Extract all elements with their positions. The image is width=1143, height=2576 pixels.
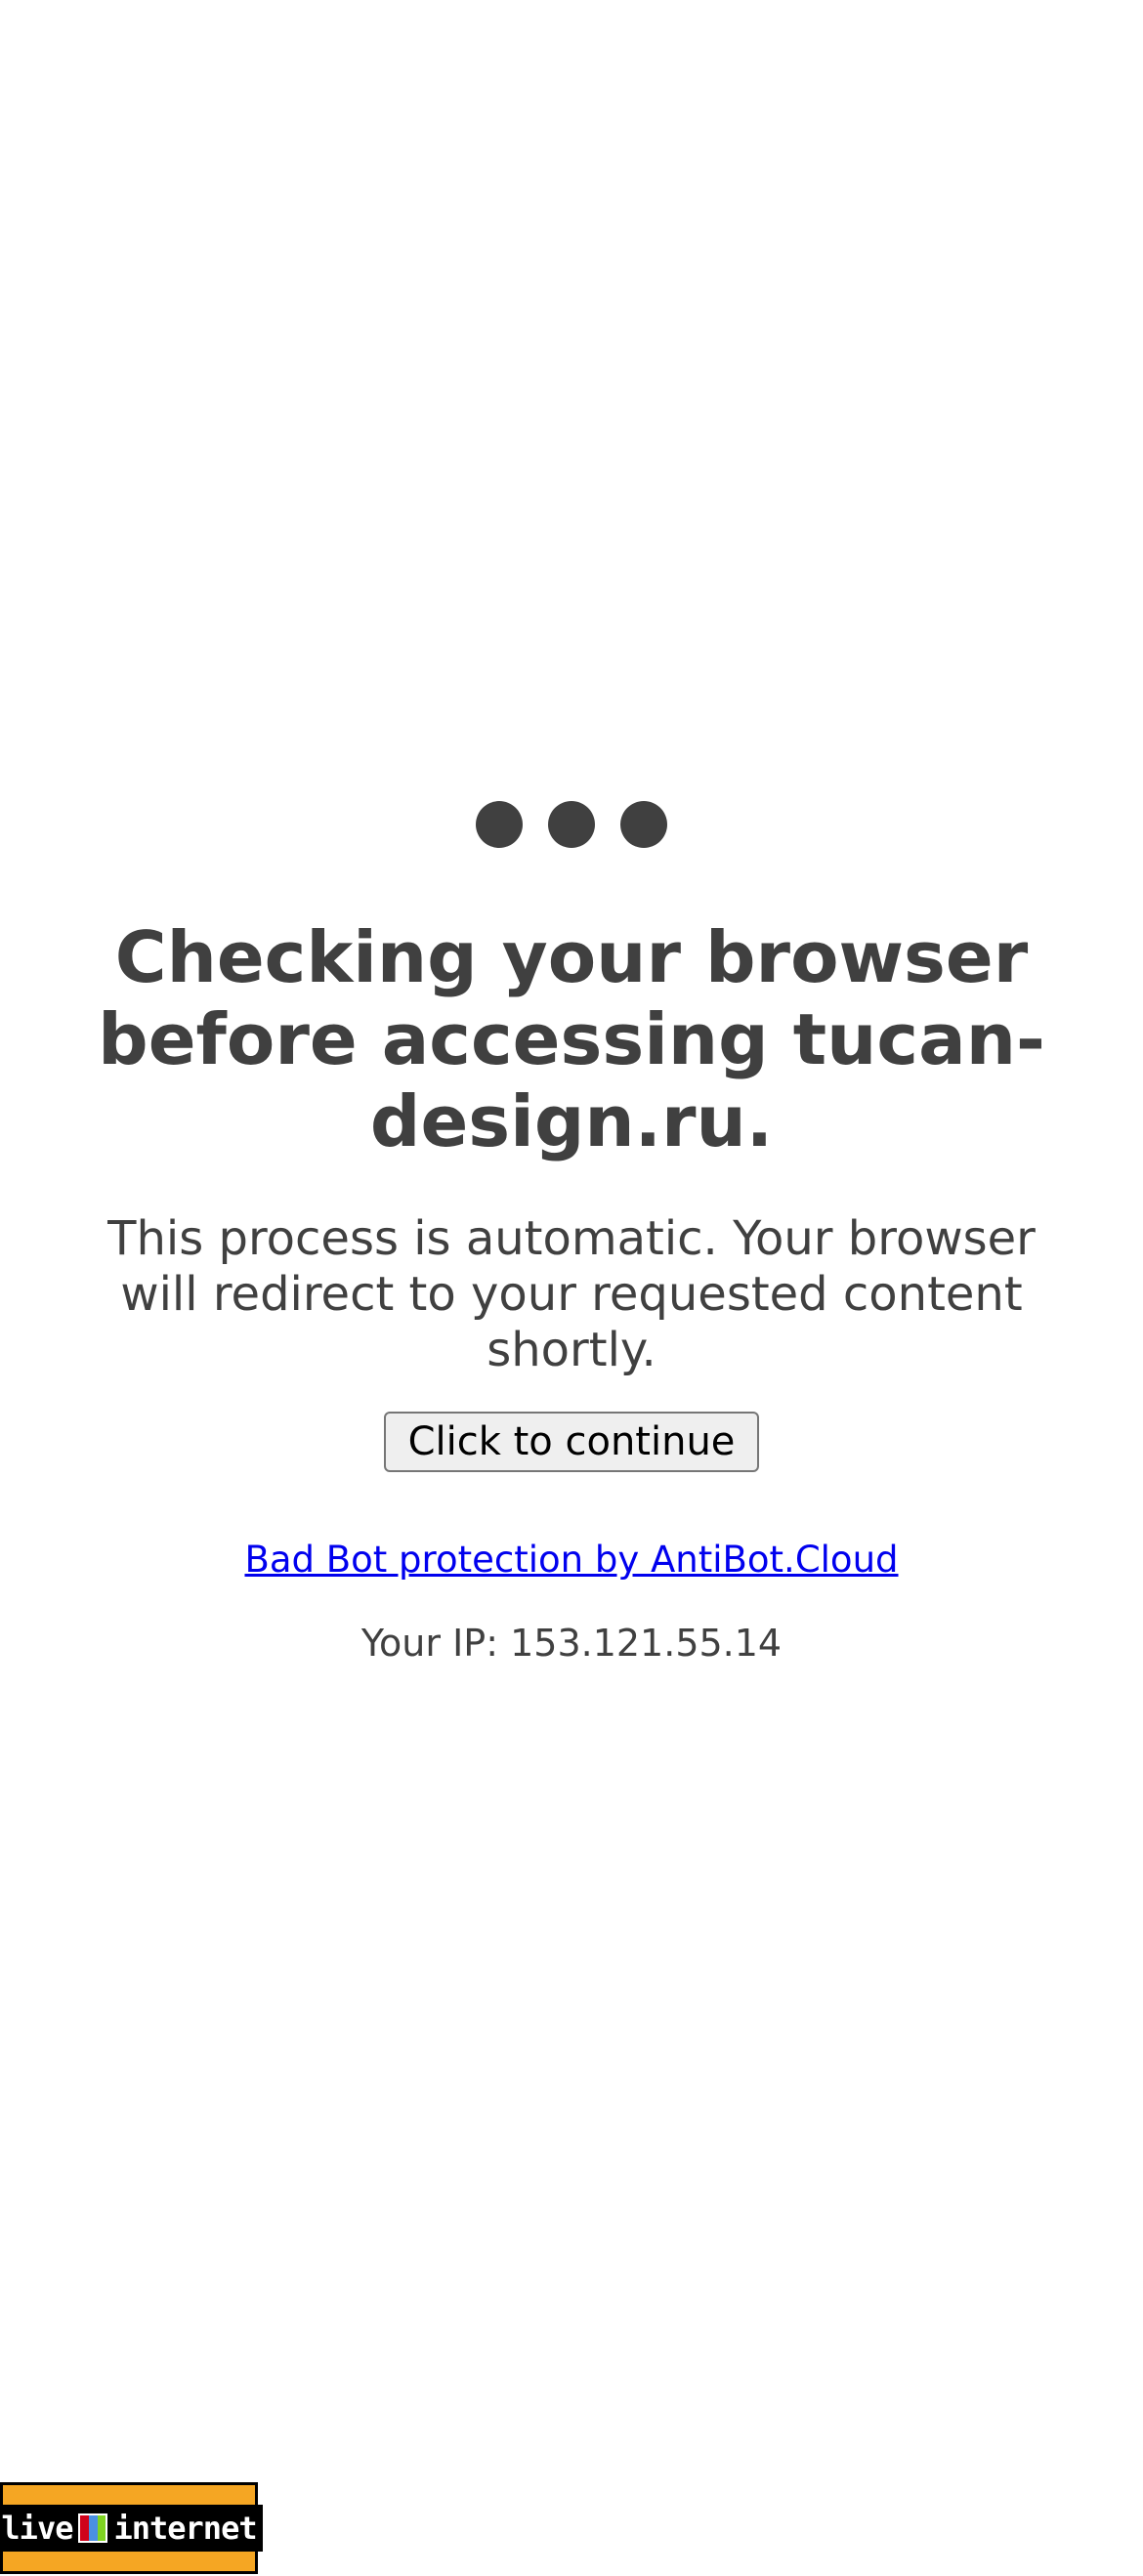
ip-address-text: Your IP: 153.121.55.14 <box>360 1622 783 1665</box>
badge-text-internet: internet <box>113 2510 257 2547</box>
antibot-cloud-link[interactable]: Bad Bot protection by AntiBot.Cloud <box>244 1539 898 1581</box>
loading-dot <box>548 801 595 848</box>
liveinternet-logo-icon <box>78 2513 108 2543</box>
description-text: This process is automatic. Your browser … <box>107 1211 1036 1377</box>
loading-dots-icon <box>0 801 1143 850</box>
challenge-panel: Checking your browser before accessing t… <box>0 801 1143 1666</box>
loading-dot <box>476 801 523 848</box>
badge-text-live: live <box>1 2510 73 2547</box>
continue-button[interactable]: Click to continue <box>384 1412 759 1472</box>
loading-dot <box>620 801 667 848</box>
page: Checking your browser before accessing t… <box>0 0 1143 2576</box>
liveinternet-counter-badge[interactable]: live internet <box>0 2482 263 2574</box>
page-title: Checking your browser before accessing t… <box>98 916 1045 1162</box>
